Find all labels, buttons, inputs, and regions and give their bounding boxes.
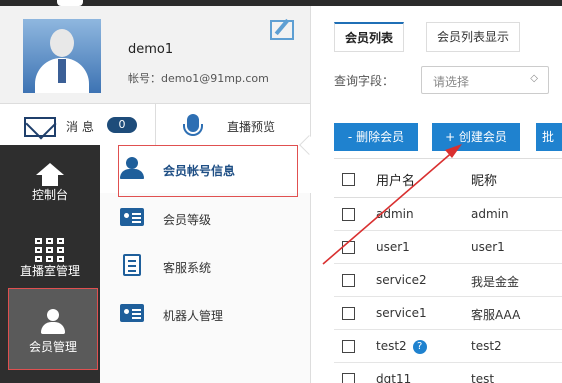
cell-username: admin <box>376 207 414 221</box>
cell-username: user1 <box>376 240 410 254</box>
row-checkbox[interactable] <box>342 274 355 287</box>
live-preview-button[interactable]: 直播预览 <box>156 104 311 146</box>
table-row[interactable]: dgt11 test <box>334 363 562 383</box>
row-checkbox[interactable] <box>342 208 355 221</box>
subnav-item-robot-management[interactable]: 机器人管理 <box>100 290 311 338</box>
mail-icon <box>24 117 56 137</box>
grid-icon <box>35 238 65 264</box>
cell-nickname: 我是金金 <box>471 275 520 289</box>
clipboard-icon <box>123 254 141 276</box>
messages-label: 消 息 <box>66 120 94 134</box>
id-card-icon <box>120 304 144 322</box>
nav-item-members[interactable]: 会员管理 <box>8 288 98 370</box>
nav-item-live-room[interactable]: 直播室管理 <box>0 221 100 291</box>
table-row[interactable]: service2 我是金金 <box>334 264 562 297</box>
subnav-item-label: 会员等级 <box>163 213 212 227</box>
subnav-item-label: 会员帐号信息 <box>163 164 236 178</box>
query-field-value: 请选择 <box>433 75 470 89</box>
batch-button[interactable]: 批 <box>536 123 562 151</box>
subnav-item-customer-service[interactable]: 客服系统 <box>100 242 311 290</box>
microphone-icon <box>183 114 203 136</box>
user-icon <box>120 157 144 179</box>
nav-item-dashboard[interactable]: 控制台 <box>0 145 100 215</box>
subnav-item-label: 机器人管理 <box>163 309 224 323</box>
live-preview-label: 直播预览 <box>227 120 276 134</box>
row-checkbox[interactable] <box>342 373 355 383</box>
nav-item-label: 控制台 <box>31 188 68 202</box>
row-checkbox[interactable] <box>342 307 355 320</box>
home-icon <box>36 163 64 186</box>
column-header-username: 用户名 <box>376 174 416 189</box>
cell-username-with-help: test2? <box>376 339 427 354</box>
subnav-item-label: 客服系统 <box>163 261 212 275</box>
messages-count-badge: 0 <box>107 117 137 133</box>
main-nav: 控制台 直播室管理 会员管理 <box>0 145 100 383</box>
table-header: 用户名 昵称 <box>334 158 562 198</box>
profile-username: demo1 <box>128 42 174 57</box>
subnav-item-member-level[interactable]: 会员等级 <box>100 194 311 242</box>
select-all-checkbox[interactable] <box>342 173 355 186</box>
cell-nickname: test <box>471 372 495 383</box>
tab-member-list[interactable]: 会员列表 <box>334 22 405 52</box>
user-icon <box>39 309 67 337</box>
chevron-updown-icon: ◇ <box>530 73 538 84</box>
tab-bar: 会员列表 会员列表显示 <box>334 22 562 52</box>
cell-username: service2 <box>376 273 427 287</box>
main-content: 会员列表 会员列表显示 查询字段： 请选择 ◇ - 删除会员 + 创建会员 批 … <box>312 6 562 383</box>
cell-username: test2 <box>376 339 407 353</box>
query-field-label: 查询字段： <box>334 74 395 88</box>
column-header-nickname: 昵称 <box>471 174 498 189</box>
id-card-icon <box>120 208 144 226</box>
profile-account: 帐号：demo1@91mp.com <box>128 72 269 85</box>
cell-nickname: user1 <box>471 240 505 254</box>
profile-panel: demo1 帐号：demo1@91mp.com <box>0 6 311 103</box>
tab-member-list-display[interactable]: 会员列表显示 <box>426 22 521 52</box>
cell-username: dgt11 <box>376 372 412 383</box>
table-row[interactable]: admin admin <box>334 198 562 231</box>
edit-icon[interactable] <box>270 20 294 40</box>
help-icon[interactable]: ? <box>412 339 427 354</box>
row-checkbox[interactable] <box>342 241 355 254</box>
cell-nickname: admin <box>471 207 509 221</box>
messages-button[interactable]: 消 息 0 <box>0 104 156 146</box>
quick-bar: 消 息 0 直播预览 <box>0 103 311 146</box>
sub-nav: 会员帐号信息 会员等级 客服系统 机器人管理 <box>100 145 311 383</box>
nav-item-label: 直播室管理 <box>19 264 80 278</box>
table-row[interactable]: service1 客服AAA <box>334 297 562 330</box>
table-row[interactable]: user1 user1 <box>334 231 562 264</box>
cell-nickname: test2 <box>471 339 502 353</box>
row-checkbox[interactable] <box>342 340 355 353</box>
avatar[interactable] <box>23 19 101 93</box>
cell-username: service1 <box>376 306 427 320</box>
query-field-select[interactable]: 请选择 ◇ <box>421 66 549 94</box>
cell-nickname: 客服AAA <box>471 308 521 322</box>
create-member-button[interactable]: + 创建会员 <box>432 123 520 151</box>
table-row[interactable]: test2? test2 <box>334 330 562 363</box>
delete-member-button[interactable]: - 删除会员 <box>334 123 418 151</box>
nav-item-label: 会员管理 <box>28 340 77 354</box>
subnav-item-account-info[interactable]: 会员帐号信息 <box>100 145 311 197</box>
